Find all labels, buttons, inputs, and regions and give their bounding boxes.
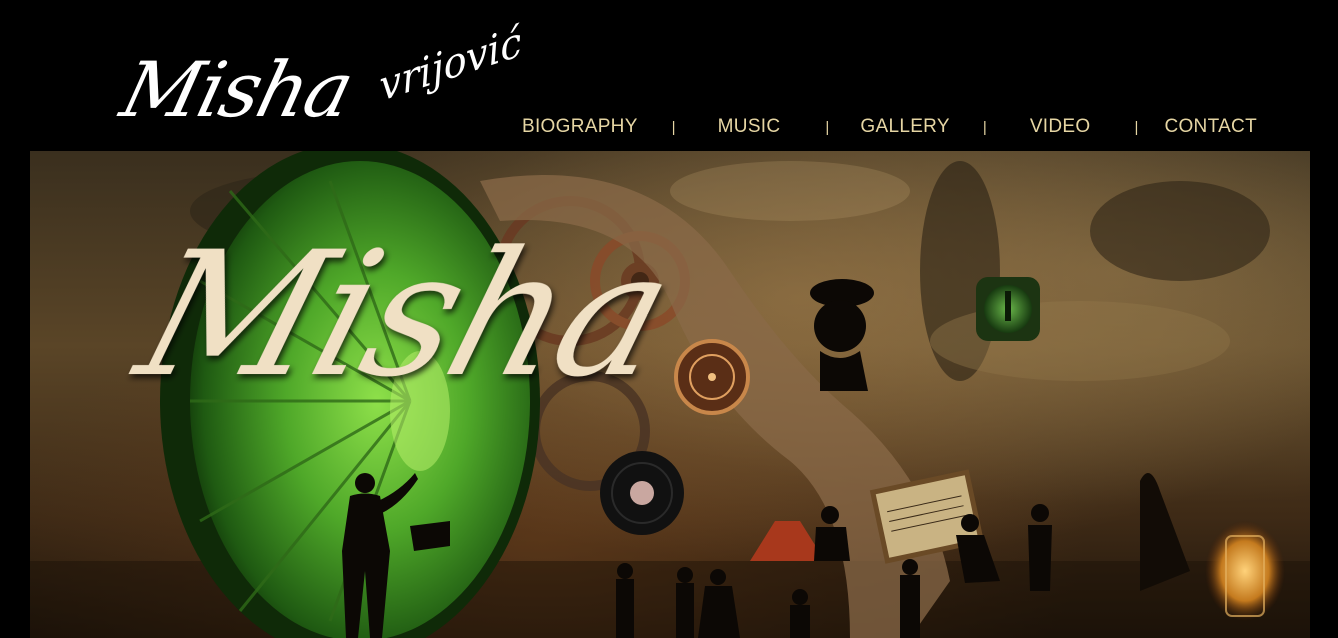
hero-banner: Misha: [30, 151, 1310, 638]
logo-last-name: vrijović: [377, 18, 524, 112]
nav-separator: |: [671, 118, 676, 136]
nav-video[interactable]: VIDEO: [1030, 116, 1091, 138]
main-navigation: BIOGRAPHY | MUSIC | GALLERY | VIDEO | CO…: [500, 114, 1290, 140]
dial-decoration: [674, 339, 750, 415]
logo-first-name: Misha: [113, 45, 361, 134]
lamp: [1205, 521, 1285, 621]
harp-silhouette: [1140, 473, 1190, 591]
metronome: [750, 521, 825, 561]
nav-music[interactable]: MUSIC: [718, 116, 781, 138]
nav-separator: |: [1134, 118, 1139, 136]
nav-separator: |: [825, 118, 830, 136]
nav-biography[interactable]: BIOGRAPHY: [522, 116, 638, 138]
nav-contact[interactable]: CONTACT: [1164, 116, 1257, 138]
hero-title: Misha: [119, 214, 690, 415]
nav-gallery[interactable]: GALLERY: [860, 116, 949, 138]
wall-knob: [976, 277, 1040, 341]
nav-separator: |: [982, 118, 987, 136]
site-logo[interactable]: Misha vrijović: [113, 18, 530, 152]
vinyl-record: [600, 451, 684, 535]
